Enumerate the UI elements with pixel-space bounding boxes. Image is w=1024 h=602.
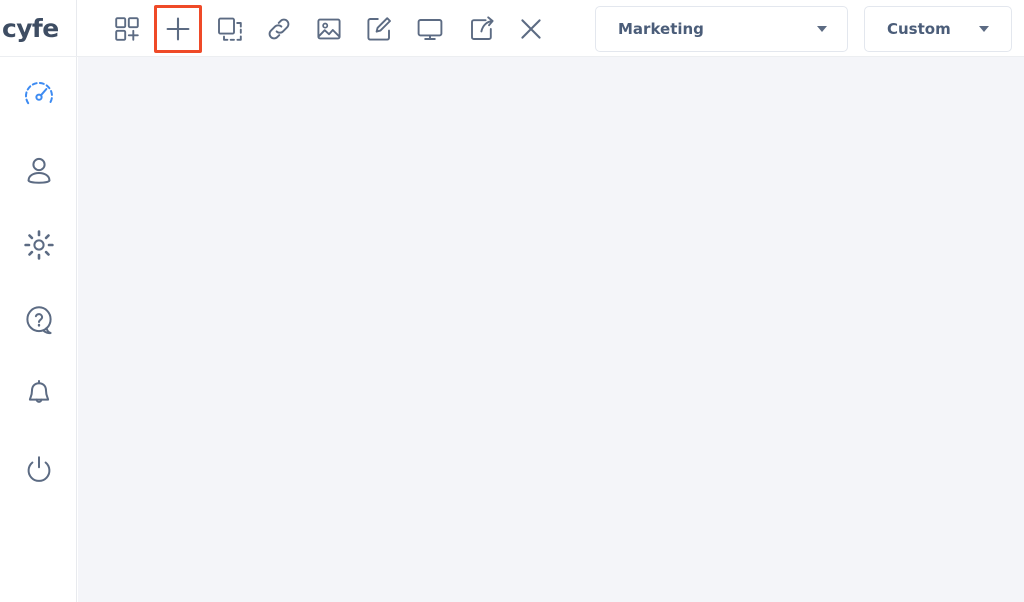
copy-icon — [216, 15, 244, 43]
pencil-square-icon — [365, 15, 393, 43]
share-button[interactable] — [460, 7, 504, 51]
sidebar-item-dashboards[interactable] — [0, 57, 77, 132]
dashboard-select[interactable]: Marketing — [595, 6, 848, 52]
date-range-select-value: Custom — [887, 20, 951, 38]
close-x-icon — [517, 15, 545, 43]
app-logo-text: cyfe — [2, 13, 59, 43]
dashboard-select-value: Marketing — [618, 20, 704, 38]
sidebar-item-account[interactable] — [0, 132, 77, 207]
app-logo[interactable]: cyfe — [0, 0, 77, 57]
link-button[interactable] — [257, 7, 301, 51]
image-icon — [315, 15, 343, 43]
add-button[interactable] — [154, 5, 202, 53]
duplicate-button[interactable] — [208, 7, 252, 51]
link-icon — [265, 15, 293, 43]
sidebar-nav — [0, 57, 77, 507]
question-bubble-icon — [22, 303, 56, 337]
sidebar: cyfe — [0, 0, 77, 602]
power-icon — [22, 453, 56, 487]
share-external-icon — [468, 15, 496, 43]
tv-mode-button[interactable] — [408, 7, 452, 51]
chevron-down-icon — [817, 26, 827, 32]
bell-icon — [22, 378, 56, 412]
user-icon — [22, 153, 56, 187]
sidebar-item-settings[interactable] — [0, 207, 77, 282]
sidebar-item-notifications[interactable] — [0, 357, 77, 432]
monitor-icon — [416, 15, 444, 43]
sidebar-item-help[interactable] — [0, 282, 77, 357]
app-root: cyfe Marketing Custom — [0, 0, 1024, 602]
edit-button[interactable] — [357, 7, 401, 51]
chevron-down-icon — [979, 26, 989, 32]
gear-icon — [22, 228, 56, 262]
gauge-icon — [22, 78, 56, 112]
add-widget-button[interactable] — [105, 7, 149, 51]
close-button[interactable] — [509, 7, 553, 51]
sidebar-item-logout[interactable] — [0, 432, 77, 507]
plus-icon — [164, 15, 192, 43]
grid-plus-icon — [113, 15, 141, 43]
image-button[interactable] — [307, 7, 351, 51]
dashboard-canvas[interactable] — [78, 57, 1024, 602]
toolbar: Marketing Custom — [77, 0, 1024, 57]
date-range-select[interactable]: Custom — [864, 6, 1012, 52]
